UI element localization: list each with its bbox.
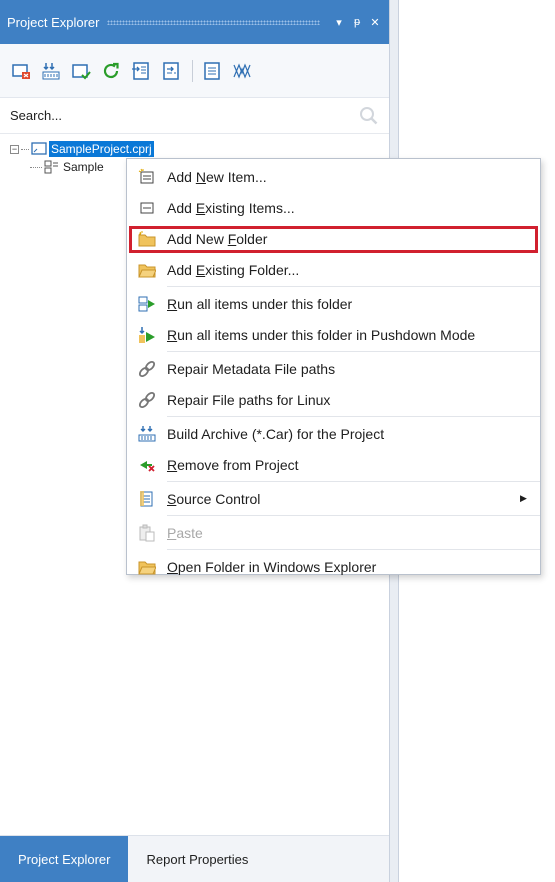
refresh-icon[interactable] <box>100 60 122 82</box>
panel-titlebar: Project Explorer ▾ ᵽ ✕ <box>0 0 389 44</box>
toolbar-separator <box>192 59 193 82</box>
properties-icon[interactable] <box>201 60 223 82</box>
menu-separator <box>167 416 540 417</box>
search-input[interactable] <box>10 108 359 123</box>
explorer-toolbar <box>0 44 389 98</box>
menu-item-repair-metadata[interactable]: Repair Metadata File paths <box>127 353 540 384</box>
menu-item-label: Open Folder in Windows Explorer <box>167 558 377 575</box>
menu-item-add-new-folder[interactable]: Add New Folder <box>127 223 540 254</box>
menu-item-label: Add Existing Folder... <box>167 261 300 278</box>
build-archive-icon <box>127 425 167 443</box>
menu-separator <box>167 351 540 352</box>
remove-item-icon[interactable] <box>10 60 32 82</box>
menu-item-add-new-item[interactable]: Add New Item... <box>127 161 540 192</box>
pin-icon[interactable]: ᵽ <box>350 16 364 28</box>
run-all-icon <box>127 295 167 313</box>
menu-item-label: Repair Metadata File paths <box>167 360 336 377</box>
paste-icon <box>127 524 167 542</box>
menu-separator <box>167 481 540 482</box>
new-folder-icon <box>127 230 167 248</box>
menu-item-add-existing-items[interactable]: Add Existing Items... <box>127 192 540 223</box>
menu-item-label: Paste <box>167 524 203 541</box>
search-bar <box>0 98 389 134</box>
menu-item-label: Add New Folder <box>167 230 268 247</box>
source-control-icon <box>127 490 167 508</box>
tree-root-label[interactable]: SampleProject.cprj <box>49 141 154 157</box>
menu-item-label: Add Existing Items... <box>167 199 295 216</box>
tab-project-explorer[interactable]: Project Explorer <box>0 836 129 882</box>
panel-title: Project Explorer <box>7 14 100 30</box>
bottom-tab-strip: Project Explorer Report Properties <box>0 835 389 882</box>
tree-root-row[interactable]: − SampleProject.cprj <box>10 140 389 158</box>
export-icon[interactable] <box>160 60 182 82</box>
menu-item-label: Run all items under this folder <box>167 295 353 312</box>
menu-separator <box>167 515 540 516</box>
menu-separator <box>167 549 540 550</box>
run-pushdown-icon <box>127 326 167 344</box>
context-menu: Add New Item... Add Existing Items... Ad… <box>126 158 541 575</box>
menu-item-paste[interactable]: Paste <box>127 517 540 548</box>
report-file-icon <box>44 160 58 174</box>
menu-item-run-pushdown[interactable]: Run all items under this folder in Pushd… <box>127 319 540 350</box>
menu-item-label: Build Archive (*.Car) for the Project <box>167 425 385 442</box>
menu-item-source-control[interactable]: Source Control ▶ <box>127 483 540 514</box>
tree-child-label[interactable]: Sample <box>63 160 104 174</box>
menu-item-run-all[interactable]: Run all items under this folder <box>127 288 540 319</box>
menu-separator <box>167 286 540 287</box>
import-icon[interactable] <box>130 60 152 82</box>
menu-item-open-folder-explorer[interactable]: Open Folder in Windows Explorer <box>127 551 540 582</box>
menu-item-label: Run all items under this folder in Pushd… <box>167 326 476 343</box>
check-in-icon[interactable] <box>70 60 92 82</box>
remove-project-icon <box>127 456 167 474</box>
submenu-arrow-icon: ▶ <box>520 493 527 503</box>
open-folder-icon <box>127 558 167 576</box>
menu-item-build-archive[interactable]: Build Archive (*.Car) for the Project <box>127 418 540 449</box>
add-new-item-icon <box>127 168 167 186</box>
existing-folder-icon <box>127 261 167 279</box>
menu-item-label: Add New Item... <box>167 168 267 185</box>
repair-link-icon <box>127 360 167 378</box>
menu-item-label: Remove from Project <box>167 456 299 473</box>
close-icon[interactable]: ✕ <box>368 16 382 29</box>
collapse-icon[interactable]: − <box>10 144 19 154</box>
tab-report-properties[interactable]: Report Properties <box>128 836 266 882</box>
menu-item-remove-from-project[interactable]: Remove from Project <box>127 449 540 480</box>
drag-grip[interactable] <box>107 19 320 25</box>
menu-item-add-existing-folder[interactable]: Add Existing Folder... <box>127 254 540 285</box>
build-archive-icon[interactable] <box>40 60 62 82</box>
add-existing-items-icon <box>127 199 167 217</box>
project-icon <box>31 142 47 155</box>
menu-item-label: Repair File paths for Linux <box>167 391 331 408</box>
lineage-icon[interactable] <box>231 60 253 82</box>
menu-item-repair-linux[interactable]: Repair File paths for Linux <box>127 384 540 415</box>
menu-item-label: Source Control <box>167 490 261 507</box>
search-icon[interactable] <box>359 106 379 126</box>
repair-linux-icon <box>127 391 167 409</box>
dropdown-icon[interactable]: ▾ <box>332 16 346 29</box>
